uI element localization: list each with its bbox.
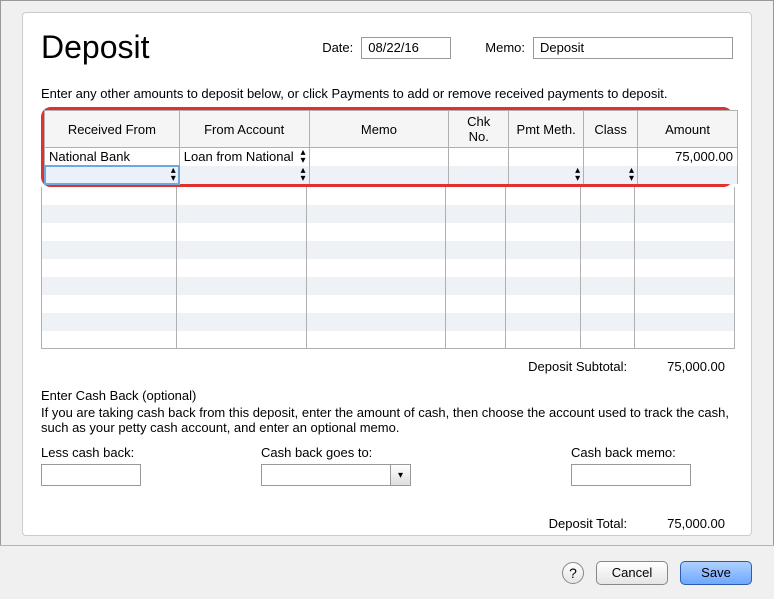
- chevron-updown-icon[interactable]: [575, 167, 580, 183]
- cell-chk-no[interactable]: [449, 148, 509, 166]
- table-row[interactable]: [42, 259, 735, 277]
- table-row[interactable]: [42, 223, 735, 241]
- date-input[interactable]: [361, 37, 451, 59]
- table-row[interactable]: [42, 295, 735, 313]
- table-row[interactable]: [42, 205, 735, 223]
- chevron-updown-icon[interactable]: [171, 167, 176, 183]
- col-from-account[interactable]: From Account: [179, 111, 309, 148]
- cell-from-account[interactable]: [179, 166, 309, 184]
- footer-bar: ? Cancel Save: [0, 545, 774, 599]
- subtotal-label: Deposit Subtotal:: [528, 359, 627, 374]
- deposit-panel: Deposit Date: Memo: Enter any other amou…: [22, 12, 752, 536]
- cash-back-goes-to-select[interactable]: ▾: [261, 464, 411, 486]
- page-title: Deposit: [41, 29, 314, 66]
- save-button[interactable]: Save: [680, 561, 752, 585]
- cell-memo[interactable]: [309, 148, 449, 166]
- cell-from-account[interactable]: Loan from National: [179, 148, 309, 166]
- total-label: Deposit Total:: [549, 516, 628, 531]
- table-row[interactable]: [42, 313, 735, 331]
- header-row: Deposit Date: Memo:: [41, 29, 733, 66]
- chevron-updown-icon[interactable]: [629, 167, 634, 183]
- subtotal-row: Deposit Subtotal: 75,000.00: [41, 359, 733, 374]
- highlight-frame: Received From From Account Memo Chk No. …: [41, 107, 733, 187]
- table-row[interactable]: National Bank Loan from National 75,000.…: [45, 148, 738, 166]
- cash-back-memo-label: Cash back memo:: [571, 445, 691, 460]
- col-chk-no[interactable]: Chk No.: [449, 111, 509, 148]
- cell-chk-no[interactable]: [449, 166, 509, 184]
- date-label: Date:: [322, 40, 353, 55]
- table-row[interactable]: [42, 241, 735, 259]
- cash-back-memo-input[interactable]: [571, 464, 691, 486]
- help-button[interactable]: ?: [562, 562, 584, 584]
- table-row[interactable]: [42, 277, 735, 295]
- cell-pmt-meth[interactable]: [509, 148, 584, 166]
- col-memo[interactable]: Memo: [309, 111, 449, 148]
- cell-amount[interactable]: [638, 166, 738, 184]
- cashback-desc: If you are taking cash back from this de…: [41, 405, 733, 435]
- memo-input[interactable]: [533, 37, 733, 59]
- chevron-updown-icon[interactable]: [301, 167, 306, 183]
- cell-memo[interactable]: [309, 166, 449, 184]
- cash-back-goes-to-label: Cash back goes to:: [261, 445, 411, 460]
- less-cash-back-input[interactable]: [41, 464, 141, 486]
- deposit-grid-body: [41, 187, 735, 350]
- cell-amount[interactable]: 75,000.00: [638, 148, 738, 166]
- subtotal-value: 75,000.00: [667, 359, 725, 374]
- memo-label: Memo:: [485, 40, 525, 55]
- col-amount[interactable]: Amount: [638, 111, 738, 148]
- table-row[interactable]: [42, 331, 735, 349]
- col-received-from[interactable]: Received From: [45, 111, 180, 148]
- total-row: Deposit Total: 75,000.00: [41, 516, 733, 531]
- cell-class[interactable]: [584, 148, 638, 166]
- chevron-down-icon[interactable]: ▾: [390, 465, 410, 485]
- cancel-button[interactable]: Cancel: [596, 561, 668, 585]
- chevron-updown-icon[interactable]: [301, 149, 306, 165]
- table-row[interactable]: [45, 166, 738, 184]
- cell-received-from-active[interactable]: [45, 166, 180, 184]
- cell-class[interactable]: [584, 166, 638, 184]
- cell-pmt-meth[interactable]: [509, 166, 584, 184]
- col-pmt-meth[interactable]: Pmt Meth.: [509, 111, 584, 148]
- total-value: 75,000.00: [667, 516, 725, 531]
- deposit-grid-header: Received From From Account Memo Chk No. …: [44, 110, 738, 184]
- col-class[interactable]: Class: [584, 111, 638, 148]
- cell-received-from[interactable]: National Bank: [45, 148, 180, 166]
- cell-from-account-text: Loan from National: [184, 149, 294, 164]
- cashback-title: Enter Cash Back (optional): [41, 388, 733, 403]
- instruction-text: Enter any other amounts to deposit below…: [41, 86, 733, 101]
- less-cash-back-label: Less cash back:: [41, 445, 141, 460]
- cashback-row: Less cash back: Cash back goes to: ▾ Cas…: [41, 445, 733, 486]
- table-row[interactable]: [42, 187, 735, 205]
